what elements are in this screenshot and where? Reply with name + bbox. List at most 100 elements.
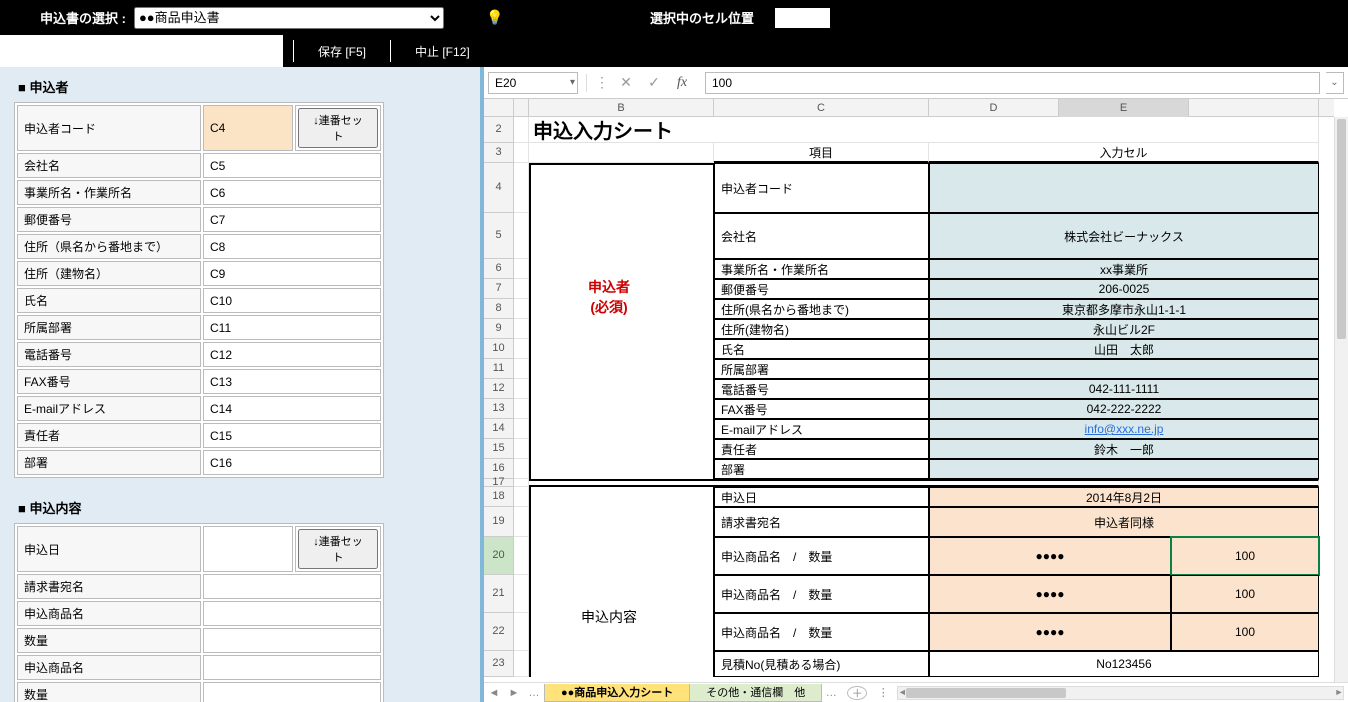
field-row[interactable]: 申込日↓連番セット (17, 526, 381, 572)
grid-value[interactable] (929, 359, 1319, 379)
save-button[interactable]: 保存 [F5] (304, 39, 380, 64)
field-value[interactable]: C6 (203, 180, 381, 205)
tab-more2-icon[interactable]: … (821, 687, 841, 699)
grid-value[interactable]: 永山ビル2F (929, 319, 1319, 339)
grid-value[interactable]: 申込者同様 (929, 507, 1319, 537)
col-header-e[interactable]: E (1059, 99, 1189, 117)
tab-options-icon[interactable]: ⋮ (873, 686, 893, 699)
field-row[interactable]: 氏名C10 (17, 288, 381, 313)
row-header[interactable]: 5 (484, 213, 514, 259)
vertical-scrollbar[interactable] (1334, 117, 1348, 682)
grid-value[interactable]: xx事業所 (929, 259, 1319, 279)
field-value[interactable] (203, 526, 293, 572)
grid-value-qty[interactable]: 100 (1171, 575, 1319, 613)
row-header[interactable]: 10 (484, 339, 514, 359)
grid-value[interactable]: 山田 太郎 (929, 339, 1319, 359)
tip-icon[interactable]: 💡 (486, 9, 503, 26)
field-row[interactable]: FAX番号C13 (17, 369, 381, 394)
field-value[interactable] (203, 682, 381, 702)
grid-value[interactable]: 042-111-1111 (929, 379, 1319, 399)
field-value[interactable]: C7 (203, 207, 381, 232)
field-value[interactable] (203, 628, 381, 653)
field-value[interactable]: C11 (203, 315, 381, 340)
row-header[interactable]: 17 (484, 479, 514, 487)
field-row[interactable]: 申込者コードC4↓連番セット (17, 105, 381, 151)
field-row[interactable]: 責任者C15 (17, 423, 381, 448)
seq-set-button[interactable]: ↓連番セット (298, 108, 378, 148)
tab-nav-first-icon[interactable]: ◄ (484, 687, 504, 699)
row-header[interactable]: 7 (484, 279, 514, 299)
vscroll-thumb[interactable] (1337, 119, 1346, 339)
row-header[interactable]: 4 (484, 163, 514, 213)
form-selector[interactable]: ●●商品申込書 (134, 7, 444, 29)
tab-nav-next-icon[interactable]: ► (504, 687, 524, 699)
field-row[interactable]: 請求書宛名 (17, 574, 381, 599)
field-value[interactable] (203, 655, 381, 680)
grid-value[interactable]: 042-222-2222 (929, 399, 1319, 419)
grid-value[interactable]: info@xxx.ne.jp (929, 419, 1319, 439)
field-row[interactable]: 郵便番号C7 (17, 207, 381, 232)
grid-value[interactable]: 株式会社ビーナックス (929, 213, 1319, 259)
row-header[interactable]: 20 (484, 537, 514, 575)
field-value[interactable]: C14 (203, 396, 381, 421)
formula-input[interactable] (705, 72, 1320, 94)
field-value[interactable] (203, 601, 381, 626)
grid-value[interactable]: 東京都多摩市永山1-1-1 (929, 299, 1319, 319)
row-header[interactable]: 21 (484, 575, 514, 613)
row-header[interactable]: 12 (484, 379, 514, 399)
grid-value-qty[interactable]: 100 (1171, 613, 1319, 651)
field-row[interactable]: 申込商品名 (17, 655, 381, 680)
row-header[interactable]: 6 (484, 259, 514, 279)
field-value[interactable] (203, 574, 381, 599)
field-row[interactable]: 事業所名・作業所名C6 (17, 180, 381, 205)
sheet-tab-active[interactable]: ●●商品申込入力シート (544, 684, 690, 702)
cancel-formula-icon[interactable]: ✕ (615, 74, 637, 91)
field-value[interactable]: C15 (203, 423, 381, 448)
row-header[interactable]: 19 (484, 507, 514, 537)
col-header-a[interactable] (514, 99, 529, 117)
sheet-tab-other[interactable]: その他・通信欄 他 (689, 684, 822, 702)
grid-value[interactable] (929, 163, 1319, 213)
cancel-button[interactable]: 中止 [F12] (401, 39, 484, 64)
grid-value[interactable] (929, 459, 1319, 479)
horizontal-scrollbar[interactable]: ◄ ► (897, 686, 1344, 700)
row-header[interactable]: 22 (484, 613, 514, 651)
grid-value[interactable]: 206-0025 (929, 279, 1319, 299)
row-header[interactable]: 14 (484, 419, 514, 439)
row-header[interactable]: 23 (484, 651, 514, 677)
field-value[interactable]: C13 (203, 369, 381, 394)
field-value[interactable]: C9 (203, 261, 381, 286)
row-header[interactable]: 9 (484, 319, 514, 339)
accept-formula-icon[interactable]: ✓ (643, 74, 665, 91)
name-box[interactable]: E20 ▾ (488, 72, 578, 94)
grid-value[interactable]: ●●●● (929, 575, 1171, 613)
field-row[interactable]: E-mailアドレスC14 (17, 396, 381, 421)
fx-icon[interactable]: fx (671, 75, 693, 91)
row-header[interactable]: 13 (484, 399, 514, 419)
formula-expand-icon[interactable]: ⌄ (1326, 72, 1344, 94)
field-row[interactable]: 部署C16 (17, 450, 381, 475)
grid-value[interactable]: No123456 (929, 651, 1319, 677)
field-row[interactable]: 数量 (17, 628, 381, 653)
field-value[interactable]: C12 (203, 342, 381, 367)
seq-set-button[interactable]: ↓連番セット (298, 529, 378, 569)
col-header-d[interactable]: D (929, 99, 1059, 117)
field-value[interactable]: C4 (203, 105, 293, 151)
field-row[interactable]: 住所（県名から番地まで）C8 (17, 234, 381, 259)
grid-value[interactable]: 鈴木 一郎 (929, 439, 1319, 459)
field-row[interactable]: 住所（建物名）C9 (17, 261, 381, 286)
grid-value-qty[interactable]: 100 (1171, 537, 1319, 575)
name-box-dropdown-icon[interactable]: ▾ (570, 77, 575, 88)
field-value[interactable]: C10 (203, 288, 381, 313)
row-header[interactable]: 3 (484, 143, 514, 163)
select-all-corner[interactable] (484, 99, 514, 117)
field-value[interactable]: C8 (203, 234, 381, 259)
grid-value[interactable]: ●●●● (929, 613, 1171, 651)
col-header-c[interactable]: C (714, 99, 929, 117)
col-header-f[interactable] (1189, 99, 1319, 117)
column-header-row[interactable]: B C D E (484, 99, 1334, 117)
field-row[interactable]: 数量 (17, 682, 381, 702)
field-row[interactable]: 電話番号C12 (17, 342, 381, 367)
grid-value[interactable]: 2014年8月2日 (929, 487, 1319, 507)
grid[interactable]: B C D E 2申込入力シート3項目入力セル4申込者コード5会社名株式会社ビー… (484, 99, 1348, 702)
